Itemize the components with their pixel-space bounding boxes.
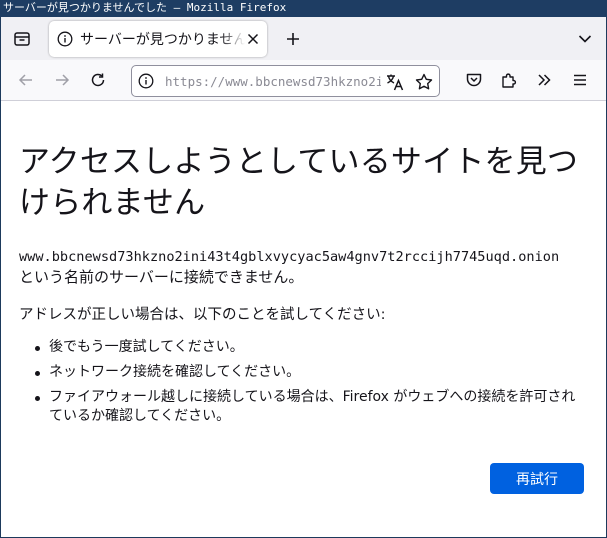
pocket-button[interactable] [462, 68, 486, 92]
hamburger-menu-icon [572, 72, 588, 88]
chevron-down-icon [578, 34, 592, 44]
tab-active[interactable]: サーバーが見つかりませんでした [49, 21, 267, 57]
suggestion-item: 後でもう一度試してください。 [35, 338, 580, 357]
star-icon[interactable] [414, 72, 434, 92]
url-bar[interactable]: https://www.bbcnewsd73hkzno2ini43t4gblxv… [131, 65, 440, 97]
forward-arrow-icon [54, 72, 70, 88]
close-tab-button[interactable] [245, 31, 261, 47]
tab-strip: サーバーが見つかりませんでした [1, 17, 606, 60]
pocket-icon [465, 71, 483, 89]
window-title: サーバーが見つかりませんでした — Mozilla Firefox [0, 0, 607, 17]
close-icon [247, 33, 259, 45]
translate-icon[interactable] [385, 72, 405, 92]
tab-overview-button[interactable] [9, 26, 35, 52]
browser-window: サーバーが見つかりませんでした [1, 17, 606, 537]
tab-overview-icon [13, 30, 31, 48]
error-page: アクセスしようとしているサイトを見つけられません www.bbcnewsd73h… [1, 102, 606, 537]
suggestions-list: 後でもう一度試してください。 ネットワーク接続を確認してください。 ファイアウォ… [35, 338, 580, 432]
suggestions-heading: アドレスが正しい場合は、以下のことを試してください: [19, 307, 386, 323]
app-menu-button[interactable] [568, 68, 592, 92]
retry-button[interactable]: 再試行 [490, 463, 584, 494]
reload-icon [90, 72, 106, 88]
puzzle-icon [500, 71, 518, 89]
navigation-toolbar: https://www.bbcnewsd73hkzno2ini43t4gblxv… [1, 60, 606, 101]
reload-button[interactable] [86, 68, 110, 92]
overflow-menu-button[interactable] [532, 68, 556, 92]
forward-button[interactable] [50, 68, 74, 92]
url-input[interactable]: https://www.bbcnewsd73hkzno2ini43t4gblxv… [165, 73, 381, 91]
plus-icon [286, 32, 300, 46]
tab-title: サーバーが見つかりませんでした [80, 32, 245, 48]
error-host: www.bbcnewsd73hkzno2ini43t4gblxvycyac5aw… [19, 249, 560, 265]
site-info-icon[interactable] [138, 73, 154, 89]
new-tab-button[interactable] [281, 27, 305, 51]
suggestion-item: ファイアウォール越しに接続している場合は、Firefox がウェブへの接続を許可… [35, 388, 580, 426]
chevron-double-right-icon [536, 72, 552, 88]
back-arrow-icon [18, 72, 34, 88]
extensions-button[interactable] [497, 68, 521, 92]
back-button[interactable] [14, 68, 38, 92]
error-title: アクセスしようとしているサイトを見つけられません [19, 144, 579, 221]
suggestion-item: ネットワーク接続を確認してください。 [35, 363, 580, 382]
info-icon [57, 31, 73, 47]
list-all-tabs-button[interactable] [575, 29, 595, 49]
error-message: という名前のサーバーに接続できません。 [19, 268, 304, 286]
